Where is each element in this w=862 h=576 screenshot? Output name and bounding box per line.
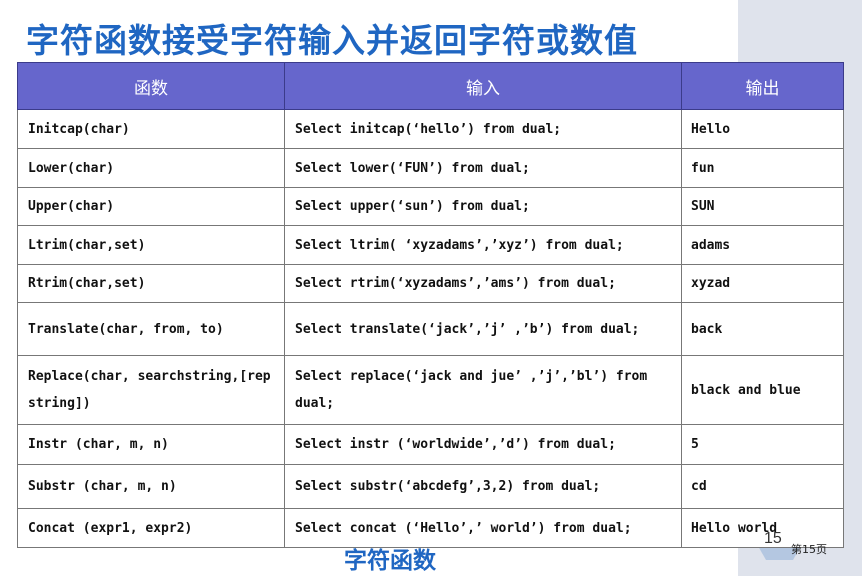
function-cell: Substr (char, m, n) xyxy=(17,464,285,509)
input-cell: Select translate(‘jack’,’j’ ,’b’) from d… xyxy=(284,302,682,356)
function-cell: Translate(char, from, to) xyxy=(17,302,285,356)
output-cell: 5 xyxy=(681,424,844,465)
table-header-row: 函数 输入 输出 xyxy=(17,62,844,110)
function-cell: Rtrim(char,set) xyxy=(17,264,285,303)
output-cell: xyzad xyxy=(681,264,844,303)
table-row: Ltrim(char,set) Select ltrim( ‘xyzadams’… xyxy=(17,225,844,265)
page-label: 第15页 xyxy=(791,543,827,556)
function-cell: Replace(char, searchstring,[rep string]) xyxy=(17,355,285,425)
function-cell: Upper(char) xyxy=(17,187,285,226)
input-cell: Select initcap(‘hello’) from dual; xyxy=(284,109,682,149)
input-cell: Select upper(‘sun’) from dual; xyxy=(284,187,682,226)
output-cell: SUN xyxy=(681,187,844,226)
table-row: Translate(char, from, to) Select transla… xyxy=(17,302,844,356)
output-cell: fun xyxy=(681,148,844,188)
table-row: Instr (char, m, n) Select instr (‘worldw… xyxy=(17,424,844,465)
input-cell: Select rtrim(‘xyzadams’,’ams’) from dual… xyxy=(284,264,682,303)
input-cell: Select lower(‘FUN’) from dual; xyxy=(284,148,682,188)
page-number: 15 xyxy=(764,530,782,547)
table-row: Substr (char, m, n) Select substr(‘abcde… xyxy=(17,464,844,509)
header-output: 输出 xyxy=(681,62,844,110)
footer-label: 字符函数 xyxy=(344,548,436,574)
table-row: Rtrim(char,set) Select rtrim(‘xyzadams’,… xyxy=(17,264,844,303)
output-cell: adams xyxy=(681,225,844,265)
output-cell: Hello xyxy=(681,109,844,149)
function-table: 函数 输入 输出 Initcap(char) Select initcap(‘h… xyxy=(17,62,844,548)
function-cell: Lower(char) xyxy=(17,148,285,188)
function-cell: Instr (char, m, n) xyxy=(17,424,285,465)
table-row: Initcap(char) Select initcap(‘hello’) fr… xyxy=(17,109,844,149)
header-function: 函数 xyxy=(17,62,285,110)
table-row: Upper(char) Select upper(‘sun’) from dua… xyxy=(17,187,844,226)
input-cell: Select substr(‘abcdefg’,3,2) from dual; xyxy=(284,464,682,509)
input-cell: Select instr (‘worldwide’,’d’) from dual… xyxy=(284,424,682,465)
function-cell: Initcap(char) xyxy=(17,109,285,149)
input-cell: Select ltrim( ‘xyzadams’,’xyz’) from dua… xyxy=(284,225,682,265)
input-cell: Select replace(‘jack and jue’ ,’j’,’bl’)… xyxy=(284,355,682,425)
slide-title: 字符函数接受字符输入并返回字符或数值 xyxy=(26,21,638,60)
output-cell: black and blue xyxy=(681,355,844,425)
header-input: 输入 xyxy=(284,62,682,110)
function-cell: Concat (expr1, expr2) xyxy=(17,508,285,548)
output-cell: back xyxy=(681,302,844,356)
output-cell: cd xyxy=(681,464,844,509)
table-row: Replace(char, searchstring,[rep string])… xyxy=(17,355,844,425)
table-row: Lower(char) Select lower(‘FUN’) from dua… xyxy=(17,148,844,188)
function-cell: Ltrim(char,set) xyxy=(17,225,285,265)
